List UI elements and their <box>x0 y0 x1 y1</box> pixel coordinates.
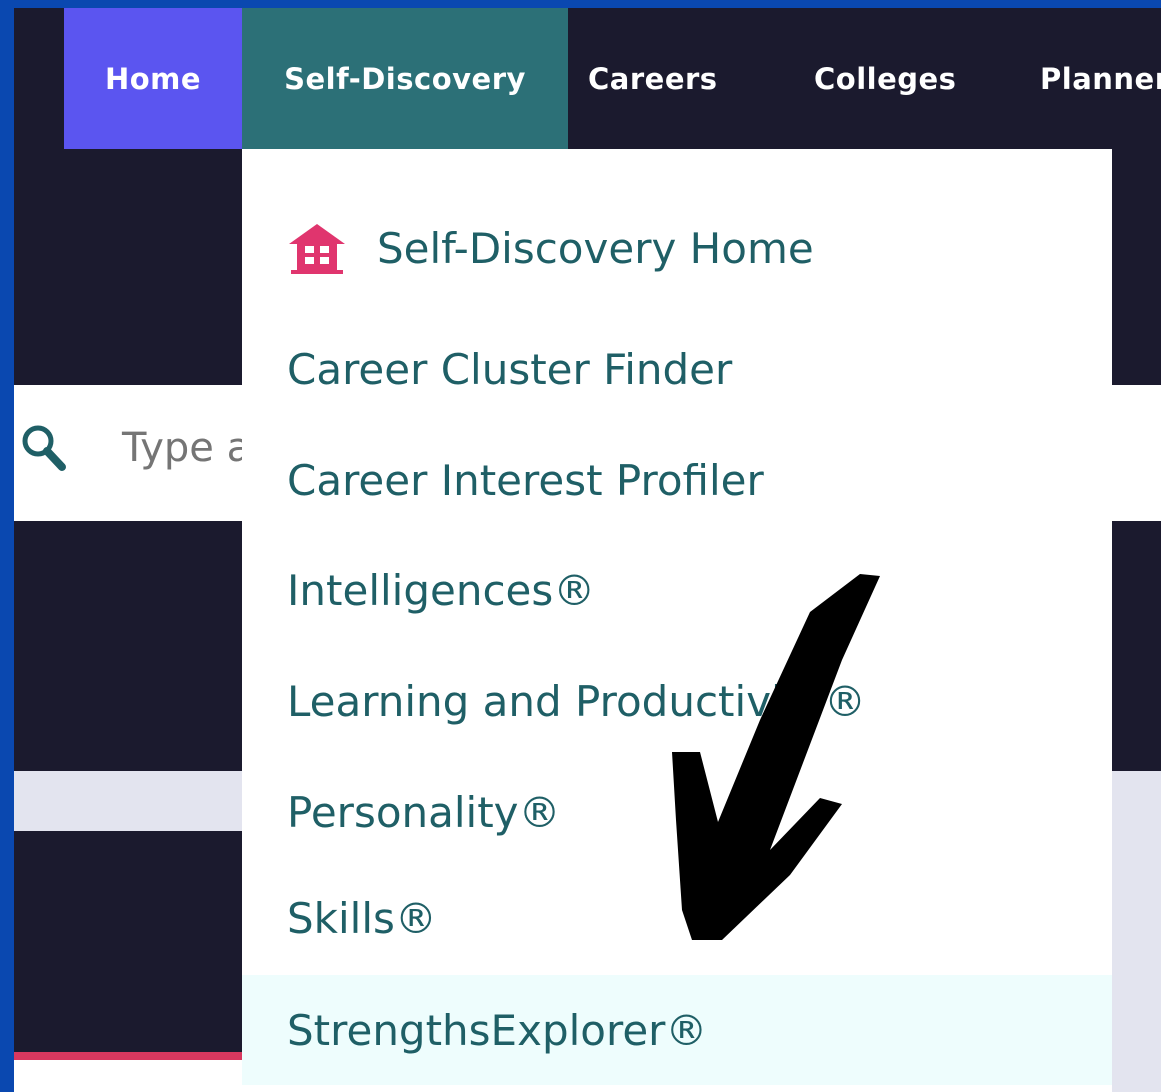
top-nav: Home Self-Discovery Careers Colleges Pla… <box>14 8 1161 149</box>
menu-item-career-cluster-finder[interactable]: Career Cluster Finder <box>242 314 1112 424</box>
menu-item-personality[interactable]: Personality® <box>242 757 1112 867</box>
content-card <box>14 1060 254 1092</box>
content-panel-edge <box>1112 831 1161 1092</box>
search-input[interactable]: Type a <box>122 425 251 471</box>
menu-item-skills[interactable]: Skills® <box>242 863 1112 973</box>
menu-item-self-discovery-home[interactable]: Self-Discovery Home <box>242 193 1112 303</box>
nav-home-label: Home <box>104 61 202 96</box>
menu-item-learning-productivity[interactable]: Learning and Productivity® <box>242 646 1112 756</box>
nav-self-discovery-label: Self-Discovery <box>284 61 526 96</box>
home-icon <box>289 224 345 274</box>
menu-item-label: StrengthsExplorer® <box>287 1005 708 1055</box>
nav-colleges[interactable]: Colleges <box>814 8 984 149</box>
search-icon <box>22 425 66 471</box>
nav-self-discovery[interactable]: Self-Discovery <box>242 8 568 149</box>
nav-colleges-label: Colleges <box>814 61 957 96</box>
menu-item-label: Career Cluster Finder <box>287 344 733 394</box>
menu-item-career-interest-profiler[interactable]: Career Interest Profiler <box>242 425 1112 535</box>
nav-careers[interactable]: Careers <box>588 8 738 149</box>
menu-item-label: Personality® <box>287 787 561 837</box>
menu-item-label: Intelligences® <box>287 565 596 615</box>
nav-planner-label: Planner <box>1040 61 1161 96</box>
menu-item-strengths-explorer[interactable]: StrengthsExplorer® <box>242 975 1112 1085</box>
menu-item-label: Learning and Productivity® <box>287 676 867 726</box>
menu-item-label: Self-Discovery Home <box>377 223 814 273</box>
nav-careers-label: Careers <box>588 61 718 96</box>
menu-item-label: Skills® <box>287 893 437 943</box>
self-discovery-dropdown: Self-Discovery Home Career Cluster Finde… <box>242 149 1112 1092</box>
app-window: Home Self-Discovery Careers Colleges Pla… <box>14 8 1161 1092</box>
accent-bar <box>14 1052 254 1060</box>
menu-item-label: Career Interest Profiler <box>287 455 764 505</box>
nav-home[interactable]: Home <box>64 8 242 149</box>
menu-item-intelligences[interactable]: Intelligences® <box>242 535 1112 645</box>
nav-planner[interactable]: Planner <box>1040 8 1161 149</box>
